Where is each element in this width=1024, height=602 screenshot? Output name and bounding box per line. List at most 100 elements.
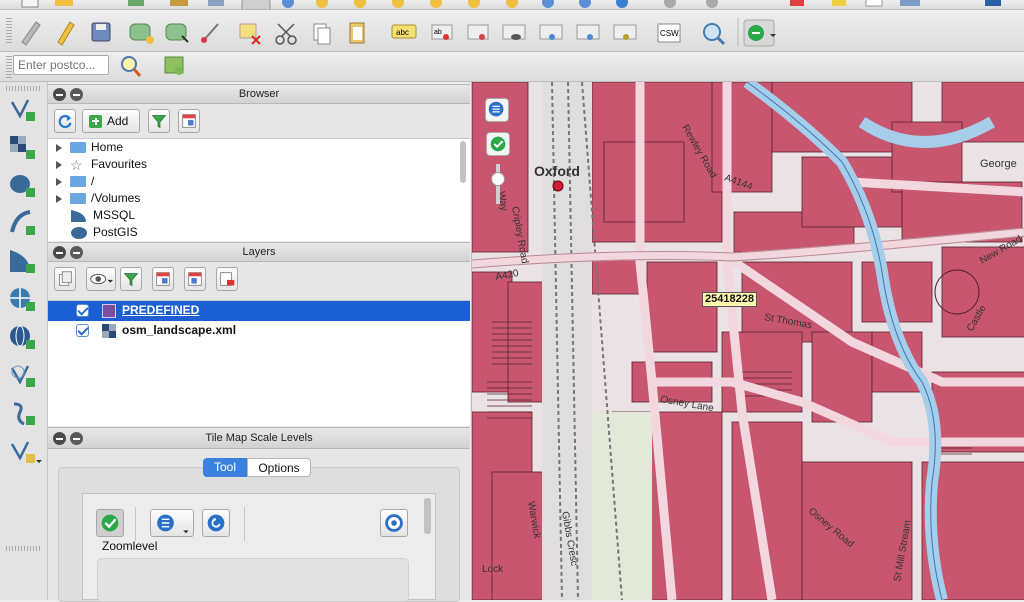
layer-row-predefined[interactable]: PREDEFINED: [48, 301, 470, 321]
apply-scale-button[interactable]: [486, 132, 510, 156]
zoom-slider-handle[interactable]: [491, 172, 505, 186]
check-circle-icon: [101, 514, 119, 532]
eye-icon: [90, 273, 114, 285]
browser-toolbar: Add: [48, 104, 470, 138]
refresh-icon: [58, 114, 72, 129]
map-canvas[interactable]: Oxford Cripley Road Way A4144 Rewley Roa…: [471, 82, 1024, 600]
folder-icon: [70, 176, 86, 188]
node-tool-icon: [201, 23, 219, 43]
add-button-label: Add: [107, 114, 129, 128]
float-panel-icon[interactable]: [70, 432, 83, 445]
expand-arrow-icon[interactable]: [56, 160, 62, 169]
tree-item-label: Favourites: [91, 157, 148, 171]
toolbar-grip-2[interactable]: [6, 56, 12, 78]
float-panel-icon[interactable]: [70, 88, 83, 101]
copy-icon: [313, 23, 331, 45]
paste-icon: [349, 22, 365, 44]
tree-item-favourites[interactable]: ☆ Favourites: [56, 156, 147, 173]
toolbar-grip-3[interactable]: [6, 86, 40, 91]
collapse-all-button-2[interactable]: [184, 267, 206, 291]
zoomlevel-group: [97, 558, 409, 602]
check-circle-icon: [490, 136, 506, 152]
tree-item-mssql[interactable]: MSSQL: [70, 207, 135, 224]
filter-button[interactable]: [148, 109, 170, 133]
toolbar-separator: [6, 546, 40, 551]
layer-visibility-checkbox[interactable]: [76, 324, 89, 337]
remove-layer-button[interactable]: [216, 267, 238, 291]
remove-layer-icon: [220, 272, 235, 286]
folder-icon: [70, 142, 86, 154]
folder-icon: [70, 193, 86, 205]
list-icon: [157, 514, 189, 534]
list-icon: [488, 101, 504, 117]
browser-panel-title: Browser: [48, 84, 470, 104]
postcode-search-input[interactable]: [13, 55, 109, 75]
tree-item-label: MSSQL: [93, 208, 136, 222]
gps-plugin-icon[interactable]: [162, 54, 188, 78]
mssql-icon: [71, 209, 86, 222]
add-wcs-layer-icon: [10, 325, 35, 349]
add-raster-layer-icon: [10, 136, 35, 159]
save-edits-icon: [91, 22, 111, 42]
open-layer-styling-button[interactable]: [54, 267, 76, 291]
label-rotate-icon: [576, 24, 600, 40]
tree-item-home[interactable]: Home: [56, 139, 123, 156]
label-pin-icon: ab: [431, 24, 453, 40]
tree-item-label: /: [91, 174, 95, 188]
star-icon: ☆: [70, 156, 83, 173]
cut-icon: [275, 23, 297, 45]
station-marker[interactable]: [552, 180, 564, 192]
reset-button[interactable]: [202, 509, 230, 537]
tree-item-root[interactable]: /: [56, 173, 94, 190]
tree-item-label: Home: [91, 140, 124, 154]
list-scales-button[interactable]: [150, 509, 194, 537]
refresh-button[interactable]: [54, 109, 76, 133]
expand-all-button[interactable]: [152, 267, 174, 291]
add-vector-layer-icon: [10, 99, 35, 121]
add-feature-icon: [129, 23, 154, 44]
browser-title-text: Browser: [238, 88, 280, 100]
close-panel-icon[interactable]: [53, 432, 66, 445]
toolbar-row1-icons[interactable]: [0, 0, 1024, 10]
tab-tool[interactable]: Tool: [203, 458, 247, 477]
tab-label: Tool: [213, 460, 236, 474]
browser-scrollbar[interactable]: [460, 141, 466, 183]
tree-item-label: PostGIS: [93, 225, 138, 239]
layer-name: PREDEFINED: [122, 303, 200, 317]
layer-row-osm[interactable]: osm_landscape.xml: [48, 321, 470, 341]
zoomlevel-apply-button[interactable]: [96, 509, 124, 537]
layers-toolbar: [48, 262, 470, 300]
divider: [135, 507, 136, 541]
close-panel-icon[interactable]: [53, 88, 66, 101]
search-magnifier-icon[interactable]: [118, 54, 144, 78]
digitize-icon: [21, 21, 41, 46]
expand-arrow-icon[interactable]: [56, 143, 62, 152]
float-panel-icon[interactable]: [70, 246, 83, 259]
filter-legend-button[interactable]: [120, 267, 142, 291]
close-panel-icon[interactable]: [53, 246, 66, 259]
expand-arrow-icon[interactable]: [56, 177, 62, 186]
map-render[interactable]: Oxford Cripley Road Way A4144 Rewley Roa…: [472, 82, 1024, 600]
layer-toolbar: [0, 82, 48, 600]
filter-icon: [123, 273, 139, 287]
tree-item-postgis[interactable]: PostGIS: [70, 224, 138, 241]
add-postgis-layer-icon: [10, 175, 35, 197]
main-toolbar-row1: [0, 0, 1024, 10]
layer-visibility-checkbox[interactable]: [76, 304, 89, 317]
add-button[interactable]: Add: [82, 109, 140, 133]
zoomlevel-label: Zoomlevel: [102, 539, 158, 553]
scale-list-button[interactable]: [485, 98, 509, 122]
tool-scrollbar[interactable]: [424, 498, 431, 534]
edit-pencil-icon: [57, 21, 75, 46]
filter-icon: [151, 115, 167, 129]
visibility-button[interactable]: [86, 267, 116, 291]
expand-arrow-icon[interactable]: [56, 194, 62, 203]
tree-item-volumes[interactable]: /Volumes: [56, 190, 140, 207]
collapse-icon: [188, 272, 202, 286]
map-label-lock: Lock: [482, 564, 504, 575]
map-label-george: George: [980, 158, 1017, 170]
tab-options[interactable]: Options: [247, 458, 311, 477]
move-feature-icon: [165, 23, 189, 43]
help-button[interactable]: [380, 509, 408, 537]
collapse-all-button[interactable]: [178, 109, 200, 133]
